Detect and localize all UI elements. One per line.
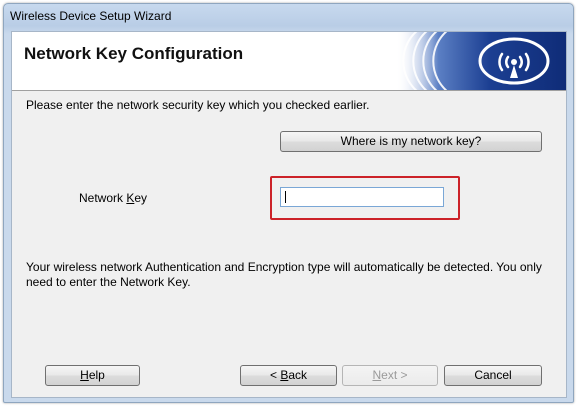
cancel-button[interactable]: Cancel xyxy=(444,365,542,386)
network-key-label-pre: Network xyxy=(79,191,127,205)
next-button[interactable]: Next > xyxy=(342,365,438,386)
back-button-prefix: < xyxy=(269,368,281,382)
page-title: Network Key Configuration xyxy=(24,44,244,63)
wizard-client-area: Network Key Configuration Please enter t… xyxy=(11,31,567,398)
network-key-label: Network Key xyxy=(79,191,147,206)
wizard-window: Wireless Device Setup Wizard Network Key… xyxy=(3,3,574,403)
window-title: Wireless Device Setup Wizard xyxy=(10,9,172,23)
next-button-label: ext > xyxy=(381,368,408,382)
help-button[interactable]: Help xyxy=(45,365,140,386)
help-button-label: elp xyxy=(88,368,105,382)
wireless-signal-icon xyxy=(396,32,566,90)
back-button-label: ack xyxy=(288,368,308,382)
help-button-mnemonic: H xyxy=(80,368,89,382)
back-button[interactable]: < Back xyxy=(240,365,337,386)
network-key-input[interactable] xyxy=(280,187,444,207)
wizard-header: Network Key Configuration xyxy=(12,32,566,91)
next-button-mnemonic: N xyxy=(372,368,382,382)
instruction-text: Please enter the network security key wh… xyxy=(26,98,370,112)
where-is-network-key-button[interactable]: Where is my network key? xyxy=(280,131,542,152)
network-key-label-post: ey xyxy=(134,191,148,205)
text-caret xyxy=(285,191,286,203)
auto-detect-info-text: Your wireless network Authentication and… xyxy=(26,260,542,289)
